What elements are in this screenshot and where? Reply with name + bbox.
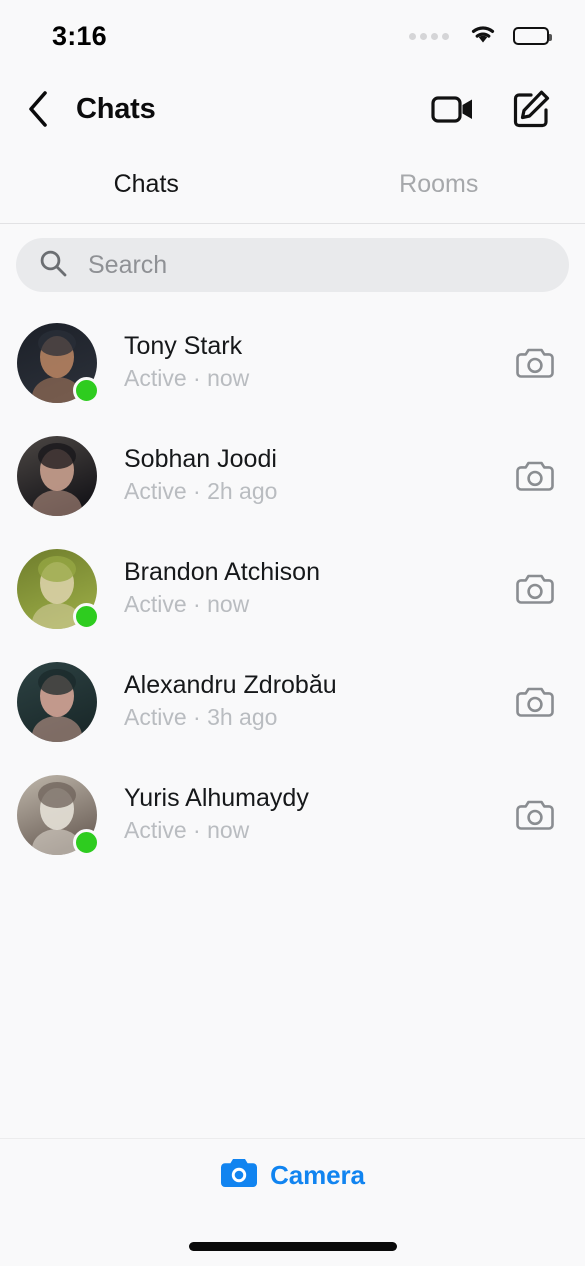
compose-edit-icon xyxy=(513,90,550,128)
row-camera-button[interactable] xyxy=(509,450,561,502)
status-bar-time: 3:16 xyxy=(52,20,107,51)
search-section: Search xyxy=(0,224,585,306)
home-indicator-area xyxy=(0,1226,585,1266)
chat-text-block: Sobhan Joodi Active · 2h ago xyxy=(124,444,509,507)
avatar-wrapper[interactable] xyxy=(16,774,100,856)
contact-name: Yuris Alhumaydy xyxy=(124,783,309,812)
avatar-wrapper[interactable] xyxy=(16,548,100,630)
chat-list: Tony Stark Active · now Sobhan Joodi Act… xyxy=(0,306,585,1138)
bottom-bar: Camera xyxy=(0,1138,585,1226)
chevron-left-icon xyxy=(29,91,47,127)
signal-dots-icon xyxy=(409,32,449,40)
chat-text-block: Alexandru Zdrobău Active · 3h ago xyxy=(124,670,509,733)
chat-row[interactable]: Alexandru Zdrobău Active · 3h ago xyxy=(0,645,585,758)
contact-status: Active · now xyxy=(124,365,250,392)
tab-rooms[interactable]: Rooms xyxy=(293,170,585,199)
contact-status: Active · now xyxy=(124,591,250,618)
video-call-button[interactable] xyxy=(427,83,479,135)
chat-row[interactable]: Tony Stark Active · now xyxy=(0,306,585,419)
status-bar: 3:16 xyxy=(0,0,585,72)
camera-button[interactable]: Camera xyxy=(220,1157,365,1194)
avatar[interactable] xyxy=(17,661,97,742)
messenger-chats-screen: 3:16 Chats Chats Rooms Search Tony Stark… xyxy=(0,0,585,1266)
chat-row[interactable]: Sobhan Joodi Active · 2h ago xyxy=(0,419,585,532)
row-camera-button[interactable] xyxy=(509,789,561,841)
chat-text-block: Tony Stark Active · now xyxy=(124,331,509,394)
camera-outline-icon xyxy=(516,800,554,830)
compose-button[interactable] xyxy=(505,83,557,135)
online-status-dot xyxy=(73,376,100,404)
chat-row[interactable]: Yuris Alhumaydy Active · now xyxy=(0,758,585,871)
wifi-icon xyxy=(467,22,499,51)
online-status-dot xyxy=(73,828,100,856)
app-header: Chats xyxy=(0,72,585,146)
contact-status: Active · 3h ago xyxy=(124,704,278,731)
search-icon xyxy=(38,248,68,283)
status-bar-indicators xyxy=(409,22,552,51)
search-placeholder: Search xyxy=(88,250,168,279)
avatar-wrapper[interactable] xyxy=(16,661,98,743)
camera-outline-icon xyxy=(516,348,554,378)
chat-row[interactable]: Brandon Atchison Active · now xyxy=(0,532,585,645)
contact-name: Sobhan Joodi xyxy=(124,444,277,473)
camera-outline-icon xyxy=(516,687,554,717)
camera-filled-icon xyxy=(220,1157,258,1194)
row-camera-button[interactable] xyxy=(509,563,561,615)
battery-icon xyxy=(513,27,552,45)
tab-chats[interactable]: Chats xyxy=(0,170,293,199)
back-button[interactable] xyxy=(16,87,60,131)
avatar[interactable] xyxy=(17,435,97,516)
tab-bar: Chats Rooms xyxy=(0,146,585,224)
avatar-wrapper[interactable] xyxy=(16,322,100,404)
home-indicator[interactable] xyxy=(188,1241,397,1251)
camera-outline-icon xyxy=(516,461,554,491)
chat-text-block: Yuris Alhumaydy Active · now xyxy=(124,783,509,846)
contact-name: Alexandru Zdrobău xyxy=(124,670,337,699)
camera-label: Camera xyxy=(270,1160,365,1190)
contact-status: Active · now xyxy=(124,817,250,844)
page-title: Chats xyxy=(76,92,156,125)
contact-status: Active · 2h ago xyxy=(124,478,278,505)
online-status-dot xyxy=(73,602,100,630)
row-camera-button[interactable] xyxy=(509,337,561,389)
avatar-wrapper[interactable] xyxy=(16,435,98,517)
search-input[interactable]: Search xyxy=(16,238,569,292)
camera-outline-icon xyxy=(516,574,554,604)
contact-name: Brandon Atchison xyxy=(124,557,320,586)
video-camera-icon xyxy=(431,96,472,123)
chat-text-block: Brandon Atchison Active · now xyxy=(124,557,509,620)
contact-name: Tony Stark xyxy=(124,331,243,360)
row-camera-button[interactable] xyxy=(509,676,561,728)
